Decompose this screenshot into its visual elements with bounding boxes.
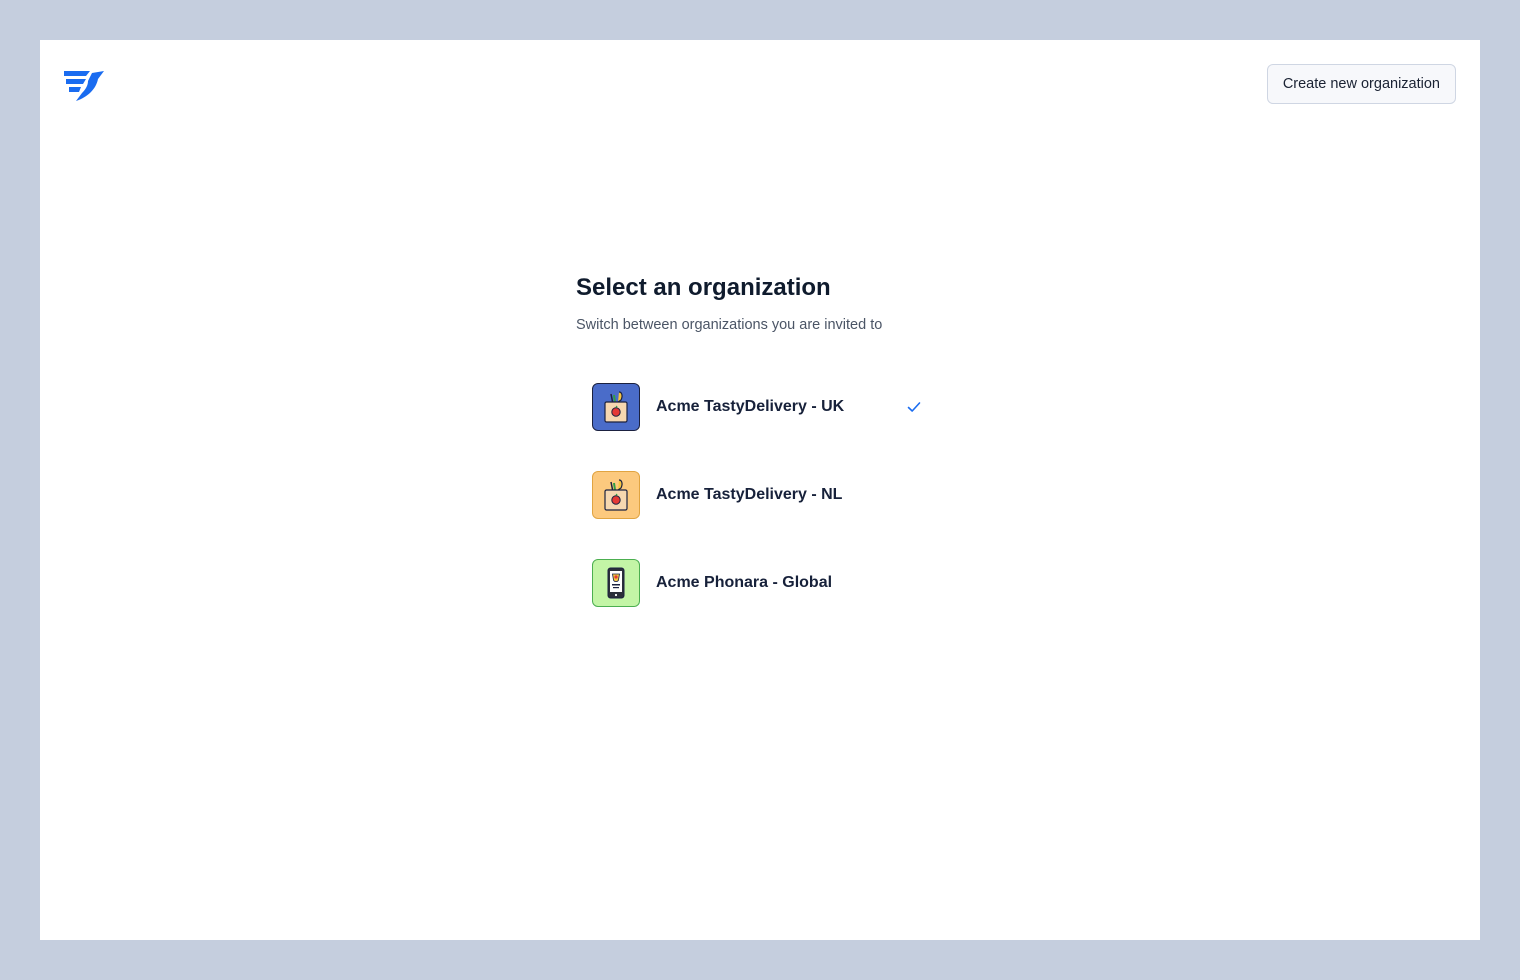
page-subtitle: Switch between organizations you are inv… — [576, 317, 883, 333]
device-frame: Create new organization Select an organi… — [0, 0, 1520, 980]
messagebird-logo-icon[interactable] — [62, 67, 106, 103]
check-icon — [907, 402, 921, 412]
page-title: Select an organization — [576, 274, 831, 301]
app-window: Create new organization Select an organi… — [40, 40, 1480, 940]
grocery-bag-icon — [604, 479, 628, 511]
organization-name: Acme TastyDelivery - NL — [656, 486, 843, 503]
mobile-phone-icon — [607, 567, 625, 599]
organization-list: Acme TastyDelivery - UK Acme TastyDelive… — [576, 363, 996, 627]
organization-avatar — [592, 383, 640, 431]
organization-selector: Select an organization Switch between or… — [576, 272, 996, 627]
organization-item[interactable]: Acme Phonara - Global — [576, 539, 996, 627]
organization-item[interactable]: Acme TastyDelivery - UK — [576, 363, 996, 451]
organization-name: Acme Phonara - Global — [656, 574, 833, 591]
organization-avatar — [592, 471, 640, 519]
organization-avatar — [592, 559, 640, 607]
organization-name: Acme TastyDelivery - UK — [656, 398, 845, 415]
grocery-bag-icon — [604, 391, 628, 423]
create-organization-button[interactable]: Create new organization — [1266, 64, 1456, 104]
organization-item[interactable]: Acme TastyDelivery - NL — [576, 451, 996, 539]
